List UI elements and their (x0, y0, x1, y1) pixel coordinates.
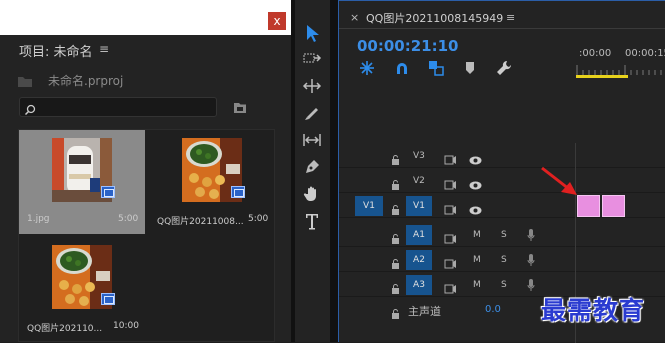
timecode-display[interactable]: 00:00:21:10 (357, 37, 459, 55)
eye-icon[interactable] (469, 150, 482, 169)
selection-tool-icon[interactable] (301, 22, 323, 44)
tab-divider (339, 28, 665, 29)
nest-sequence-icon[interactable] (358, 59, 376, 77)
solo-button[interactable]: S (501, 280, 507, 290)
slip-tool-icon[interactable] (301, 129, 323, 151)
solo-button[interactable]: S (501, 230, 507, 240)
image-badge-icon (101, 186, 115, 198)
image-badge-icon (231, 186, 245, 198)
project-bin: 1.jpg 5:00 QQ图片20211008... 5:00 QQ图片2021… (18, 129, 275, 342)
mute-button[interactable]: M (473, 280, 481, 290)
track-v2: V2 (339, 169, 665, 193)
eye-icon[interactable] (469, 175, 482, 194)
microphone-icon[interactable] (527, 277, 535, 296)
red-arrow-annotation (541, 166, 577, 195)
project-close-button[interactable]: x (268, 12, 286, 30)
folder-icon (17, 73, 33, 92)
sync-lock-icon[interactable] (444, 150, 456, 169)
eye-icon[interactable] (469, 200, 482, 219)
ripple-edit-tool-icon[interactable] (301, 75, 323, 97)
work-area-bar[interactable] (576, 75, 628, 78)
sync-lock-icon[interactable] (444, 229, 456, 248)
ruler-time-label: 00:00:15 (625, 48, 665, 59)
timeline-close-button[interactable]: × (350, 11, 359, 24)
mute-button[interactable]: M (473, 230, 481, 240)
media-item-1[interactable]: 1.jpg 5:00 (19, 130, 145, 234)
track-a1: A1 M S (339, 223, 665, 247)
lock-icon[interactable] (391, 175, 400, 194)
source-patch-v1[interactable]: V1 (355, 196, 383, 216)
track-v3: V3 (339, 144, 665, 168)
track-select-tool-icon[interactable] (301, 48, 323, 70)
video-clip[interactable] (602, 195, 625, 217)
project-titlebar (0, 0, 291, 35)
lock-icon[interactable] (391, 150, 400, 169)
linked-selection-icon[interactable] (427, 59, 445, 77)
microphone-icon[interactable] (527, 252, 535, 271)
sync-lock-icon[interactable] (444, 175, 456, 194)
target-track-a3[interactable]: A3 (406, 275, 432, 295)
type-tool-icon[interactable] (301, 210, 323, 232)
wrench-settings-icon[interactable] (495, 59, 513, 77)
media-item-3[interactable]: QQ图片202110... 10:00 (19, 237, 145, 341)
media-item-name: 1.jpg (27, 214, 50, 224)
microphone-icon[interactable] (527, 227, 535, 246)
media-item-duration: 5:00 (248, 214, 269, 224)
solo-button[interactable]: S (501, 255, 507, 265)
project-file-name: 未命名.prproj (48, 74, 124, 88)
sync-lock-icon[interactable] (444, 200, 456, 219)
video-clip[interactable] (577, 195, 600, 217)
ruler-time-label: :00:00 (579, 48, 612, 59)
media-item-2[interactable]: QQ图片20211008... 5:00 (149, 130, 275, 234)
lock-icon[interactable] (391, 279, 400, 298)
media-item-duration: 10:00 (113, 321, 139, 331)
project-search-input[interactable] (19, 97, 217, 117)
target-track-a1[interactable]: A1 (406, 225, 432, 245)
sequence-tab[interactable]: QQ图片20211008145949 (366, 10, 503, 26)
snap-magnet-icon[interactable] (393, 59, 411, 77)
project-title: 项目: 未命名 (19, 45, 93, 60)
timeline-menu-icon[interactable]: ≡ (506, 11, 515, 24)
project-menu-icon[interactable]: ≡ (99, 42, 109, 56)
pen-tool-icon[interactable] (301, 156, 323, 178)
master-volume-value[interactable]: 0.0 (485, 304, 501, 315)
track-label: V3 (413, 151, 425, 161)
lock-icon[interactable] (391, 304, 400, 323)
media-item-name: QQ图片202110... (27, 324, 103, 334)
track-label: V2 (413, 176, 425, 186)
time-ruler[interactable] (575, 65, 665, 75)
master-track-label: 主声道 (408, 305, 441, 318)
search-icon (24, 101, 36, 120)
lock-icon[interactable] (391, 200, 400, 219)
project-panel: x 项目: 未命名 ≡ 未命名.prproj 1.jpg 5:00 QQ图片20… (0, 0, 291, 342)
hand-tool-icon[interactable] (301, 183, 323, 205)
image-badge-icon (101, 293, 115, 305)
watermark-logo: 最需教育 (541, 296, 646, 325)
target-track-v1[interactable]: V1 (406, 196, 432, 216)
mute-button[interactable]: M (473, 255, 481, 265)
media-item-duration: 5:00 (118, 214, 139, 224)
new-bin-icon[interactable] (233, 99, 247, 118)
track-a2: A2 M S (339, 248, 665, 272)
sync-lock-icon[interactable] (444, 279, 456, 298)
razor-tool-icon[interactable] (301, 102, 323, 124)
lock-icon[interactable] (391, 229, 400, 248)
add-marker-icon[interactable] (461, 59, 479, 77)
lock-icon[interactable] (391, 254, 400, 273)
sync-lock-icon[interactable] (444, 254, 456, 273)
panel-divider[interactable] (330, 0, 338, 342)
media-item-name: QQ图片20211008... (157, 217, 244, 227)
tools-panel (295, 0, 330, 342)
target-track-a2[interactable]: A2 (406, 250, 432, 270)
